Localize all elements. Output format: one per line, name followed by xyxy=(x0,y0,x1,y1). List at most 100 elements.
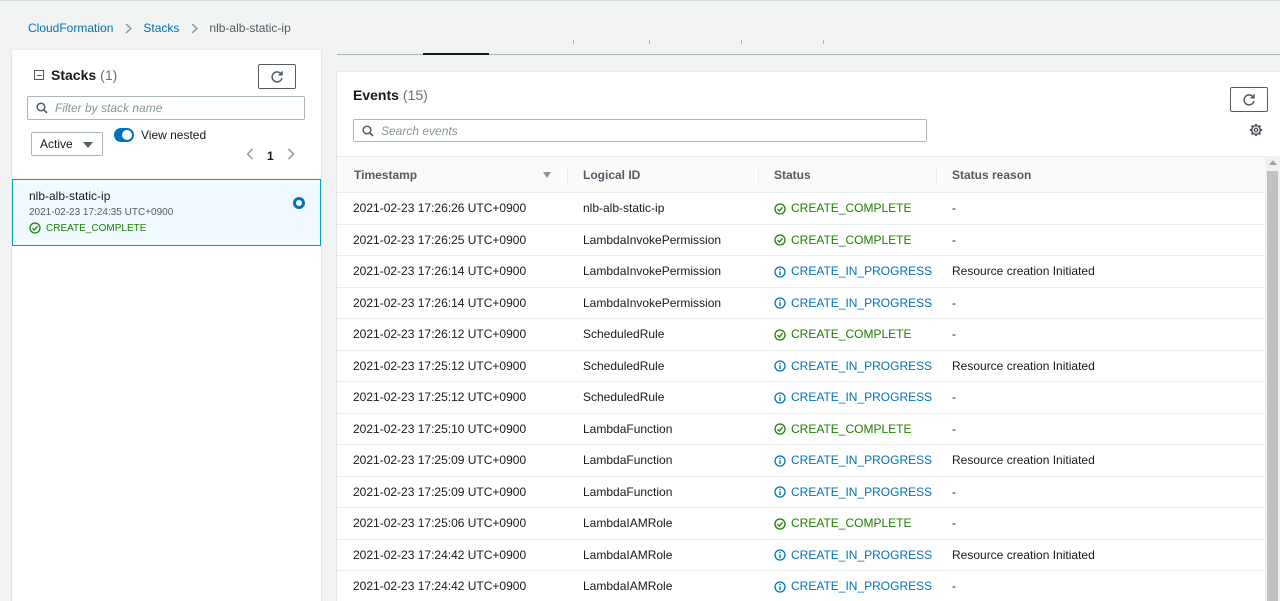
status-filter-value: Active xyxy=(40,137,73,151)
breadcrumb-stacks[interactable]: Stacks xyxy=(143,21,179,35)
event-status: CREATE_COMPLETE xyxy=(774,193,911,224)
top-divider xyxy=(0,0,1280,1)
event-logical-id: LambdaFunction xyxy=(583,421,673,436)
stacks-pagination: 1 xyxy=(246,148,295,163)
events-refresh-button[interactable] xyxy=(1230,87,1268,112)
event-logical-id: ScheduledRule xyxy=(583,327,665,341)
event-timestamp: 2021-02-23 17:26:12 UTC+0900 xyxy=(353,327,527,341)
event-status[interactable]: CREATE_IN_PROGRESS xyxy=(774,540,932,571)
scroll-up-arrow[interactable] xyxy=(1269,160,1277,165)
event-status-text: CREATE_IN_PROGRESS xyxy=(791,264,933,278)
events-table: Timestamp Logical ID Status Status reaso… xyxy=(337,156,1265,601)
events-scrollbar[interactable] xyxy=(1265,156,1280,601)
check-circle-icon xyxy=(774,328,786,341)
status-filter-select[interactable]: Active xyxy=(31,132,103,156)
stack-created-date: 2021-02-23 17:24:35 UTC+0900 xyxy=(29,207,174,218)
column-status[interactable]: Status xyxy=(774,157,811,193)
chevron-right-icon xyxy=(191,22,199,34)
event-timestamp: 2021-02-23 17:25:09 UTC+0900 xyxy=(353,453,527,467)
event-status-text: CREATE_IN_PROGRESS xyxy=(791,453,933,467)
stack-filter-field[interactable] xyxy=(27,96,305,120)
events-count: (15) xyxy=(402,87,428,103)
stack-filter-input[interactable] xyxy=(55,101,295,115)
tab-divider xyxy=(741,40,742,44)
sort-descending-icon[interactable] xyxy=(543,172,551,178)
refresh-icon xyxy=(271,70,283,83)
check-circle-icon xyxy=(774,423,786,435)
column-timestamp[interactable]: Timestamp xyxy=(354,157,417,193)
events-table-body: 2021-02-23 17:26:26 UTC+0900 nlb-alb-stat… xyxy=(337,193,1265,601)
previous-page-icon[interactable] xyxy=(246,148,254,163)
event-status-text: CREATE_IN_PROGRESS xyxy=(791,390,933,404)
event-status[interactable]: CREATE_IN_PROGRESS xyxy=(774,571,932,601)
info-circle-icon xyxy=(774,549,786,561)
breadcrumb: CloudFormation Stacks nlb-alb-static-ip xyxy=(28,20,291,36)
event-status[interactable]: CREATE_IN_PROGRESS xyxy=(774,351,932,382)
stacks-panel-header: Stacks (1) xyxy=(34,67,117,83)
event-status-reason: Resource creation Initiated xyxy=(952,453,1095,467)
page-number[interactable]: 1 xyxy=(267,149,274,163)
caret-down-icon xyxy=(83,142,93,148)
scroll-thumb[interactable] xyxy=(1267,171,1278,601)
event-timestamp: 2021-02-23 17:25:12 UTC+0900 xyxy=(353,358,527,373)
event-status-reason: Resource creation Initiated xyxy=(952,358,1095,373)
event-timestamp: 2021-02-23 17:26:14 UTC+0900 xyxy=(353,295,527,310)
info-circle-icon xyxy=(774,297,786,309)
stacks-refresh-button[interactable] xyxy=(258,64,296,89)
table-row: 2021-02-23 17:26:14 UTC+0900 LambdaInvoke… xyxy=(337,256,1265,288)
event-timestamp: 2021-02-23 17:25:12 UTC+0900 xyxy=(353,390,527,404)
next-page-icon[interactable] xyxy=(287,148,295,163)
table-row: 2021-02-23 17:25:10 UTC+0900 LambdaFuncti… xyxy=(337,414,1265,445)
view-nested-label: View nested xyxy=(141,128,207,142)
tab-divider xyxy=(823,40,824,44)
events-panel: Events(15) Timestamp Logical ID Status xyxy=(337,71,1280,601)
stacks-count: (1) xyxy=(100,67,118,83)
info-circle-icon xyxy=(774,391,786,404)
events-table-header: Timestamp Logical ID Status Status reaso… xyxy=(337,156,1265,193)
event-status-text: CREATE_IN_PROGRESS xyxy=(791,579,933,593)
event-status[interactable]: CREATE_IN_PROGRESS xyxy=(774,477,932,508)
event-timestamp: 2021-02-23 17:26:25 UTC+0900 xyxy=(353,232,527,247)
event-logical-id: LambdaIAMRole xyxy=(583,547,673,562)
stack-detail-tabs xyxy=(337,38,1280,55)
column-logical-id[interactable]: Logical ID xyxy=(583,157,640,193)
table-row: 2021-02-23 17:25:06 UTC+0900 LambdaIAMRol… xyxy=(337,508,1265,540)
view-nested-toggle[interactable] xyxy=(114,128,134,142)
table-row: 2021-02-23 17:26:26 UTC+0900 nlb-alb-stat… xyxy=(337,193,1265,225)
tab-divider xyxy=(573,40,574,44)
column-status-reason[interactable]: Status reason xyxy=(952,157,1031,193)
column-divider xyxy=(936,166,937,185)
event-timestamp: 2021-02-23 17:26:26 UTC+0900 xyxy=(353,201,527,215)
info-circle-icon xyxy=(774,360,786,372)
event-logical-id: LambdaFunction xyxy=(583,453,673,467)
event-logical-id: nlb-alb-static-ip xyxy=(583,201,665,215)
event-status-reason: - xyxy=(952,201,956,215)
stack-status-text: CREATE_COMPLETE xyxy=(46,222,147,234)
breadcrumb-cloudformation[interactable]: CloudFormation xyxy=(28,21,113,35)
events-search-input[interactable] xyxy=(381,123,901,138)
event-logical-id: LambdaInvokePermission xyxy=(583,295,722,310)
event-status-reason: - xyxy=(952,516,956,530)
collapse-icon[interactable] xyxy=(34,70,44,80)
stack-select-radio[interactable] xyxy=(293,197,305,209)
event-status-text: CREATE_COMPLETE xyxy=(791,201,912,215)
event-status[interactable]: CREATE_IN_PROGRESS xyxy=(774,382,932,413)
table-row: 2021-02-23 17:25:09 UTC+0900 LambdaFuncti… xyxy=(337,445,1265,477)
event-status[interactable]: CREATE_IN_PROGRESS xyxy=(774,288,932,319)
event-status-text: CREATE_IN_PROGRESS xyxy=(791,484,933,499)
event-status[interactable]: CREATE_IN_PROGRESS xyxy=(774,256,932,287)
gear-icon[interactable] xyxy=(1249,123,1263,140)
event-logical-id: LambdaFunction xyxy=(583,484,673,499)
events-search-field[interactable] xyxy=(353,119,927,142)
stack-list-item[interactable]: nlb-alb-static-ip 2021-02-23 17:24:35 UT… xyxy=(12,179,321,246)
info-circle-icon xyxy=(774,580,786,593)
chevron-right-icon xyxy=(125,22,133,34)
event-logical-id: LambdaInvokePermission xyxy=(583,264,722,278)
event-status-reason: Resource creation Initiated xyxy=(952,264,1095,278)
tab-divider xyxy=(649,40,650,44)
tab-events-selected[interactable] xyxy=(423,38,489,55)
event-status[interactable]: CREATE_IN_PROGRESS xyxy=(774,445,932,476)
column-divider xyxy=(567,166,568,185)
check-circle-icon xyxy=(774,234,786,246)
event-logical-id: LambdaIAMRole xyxy=(583,579,673,593)
